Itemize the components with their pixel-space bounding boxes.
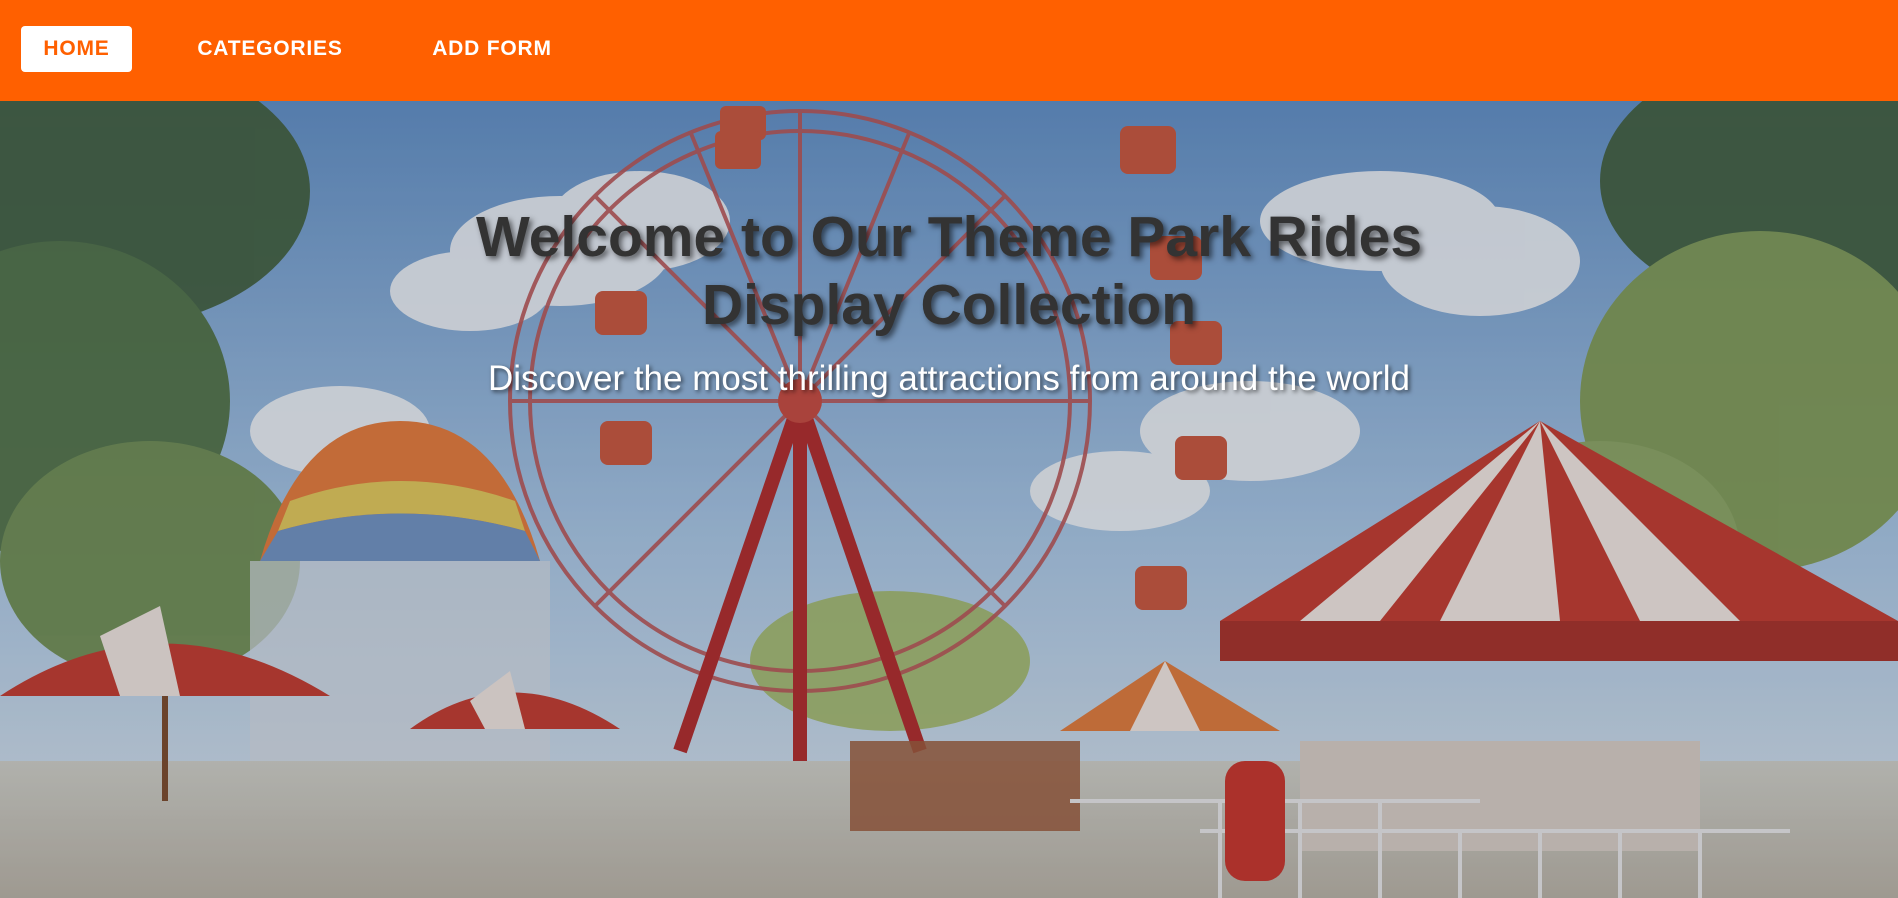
hero-banner: Welcome to Our Theme Park Rides Display … [0, 101, 1898, 898]
nav-home-link[interactable]: HOME [21, 26, 132, 72]
nav-add-form-link[interactable]: ADD FORM [406, 26, 578, 72]
hero-subtitle: Discover the most thrilling attractions … [487, 359, 1411, 398]
hero-title: Welcome to Our Theme Park Rides Display … [475, 205, 1423, 337]
top-navbar: HOME CATEGORIES ADD FORM [0, 0, 1898, 101]
nav-categories-link[interactable]: CATEGORIES [168, 26, 372, 72]
